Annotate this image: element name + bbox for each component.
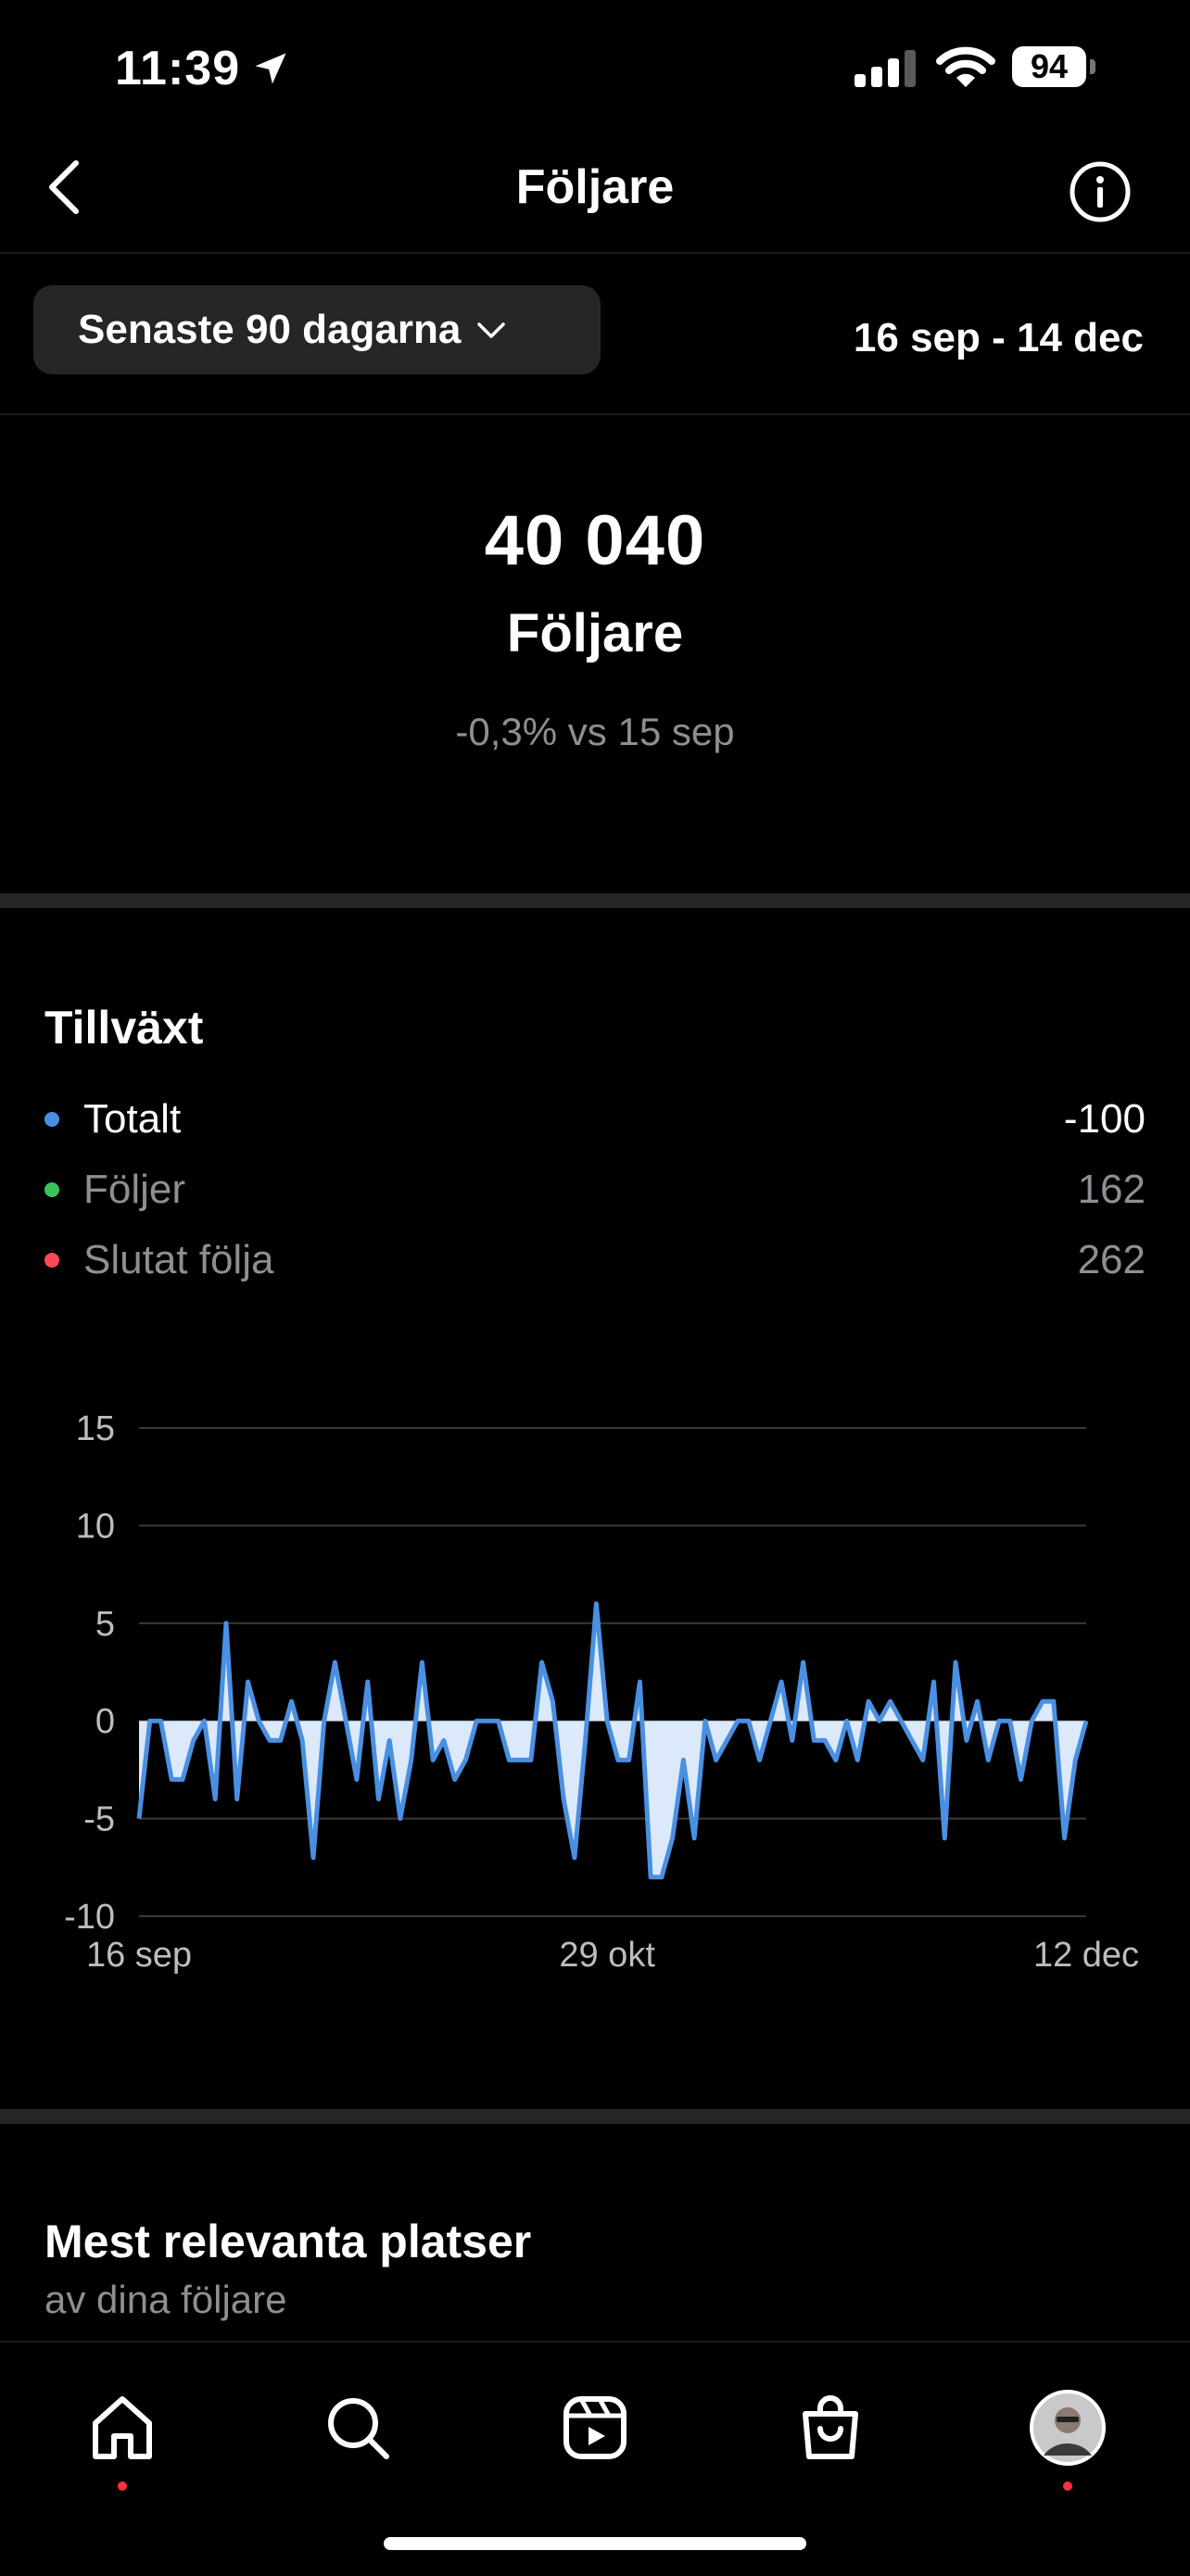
- page-title: Följare: [515, 160, 675, 214]
- notification-dot: [1063, 2481, 1072, 2491]
- follower-comparison: -0,3% vs 15 sep: [455, 710, 735, 753]
- legend-name: Följer: [83, 1167, 186, 1212]
- filter-divider: [0, 413, 1190, 415]
- tab-shop[interactable]: [786, 2383, 875, 2472]
- cellular-signal-icon: [855, 50, 919, 92]
- profile-avatar: [1030, 2390, 1106, 2466]
- growth-chart[interactable]: 15 10 5 0 -5 -1016 sep 29 okt 12 dec: [0, 1371, 1190, 1983]
- y-tick-label: 0: [95, 1702, 115, 1741]
- location-arrow-icon: [250, 48, 291, 94]
- date-range-dropdown[interactable]: Senaste 90 dagarna: [33, 285, 601, 374]
- date-range-text: 16 sep - 14 dec: [853, 315, 1144, 360]
- y-tick-label: 5: [95, 1605, 115, 1644]
- x-tick-label: 29 okt: [559, 1936, 655, 1975]
- legend-name: Slutat följa: [83, 1237, 274, 1282]
- legend-value: 162: [1077, 1167, 1146, 1212]
- y-tick-label: -5: [83, 1800, 115, 1839]
- section-separator: [0, 2109, 1190, 2124]
- status-time: 11:39: [115, 42, 241, 95]
- legend-value: -100: [1063, 1096, 1146, 1142]
- home-icon: [93, 2396, 152, 2459]
- legend-value: 262: [1077, 1237, 1146, 1282]
- wifi-icon: [936, 46, 995, 94]
- follower-label: Följare: [506, 603, 684, 663]
- locations-subtitle: av dina följare: [44, 2278, 287, 2321]
- growth-title: Tillväxt: [44, 1002, 204, 1054]
- legend-name: Totalt: [83, 1096, 182, 1142]
- notification-dot: [118, 2481, 127, 2491]
- tab-reels[interactable]: [551, 2383, 639, 2472]
- chevron-down-icon: [475, 321, 507, 346]
- info-button[interactable]: [1068, 159, 1133, 229]
- tab-search[interactable]: [313, 2383, 402, 2472]
- y-tick-label: -10: [64, 1898, 115, 1937]
- legend-dot: [44, 1112, 59, 1127]
- legend-dot: [44, 1253, 59, 1268]
- y-tick-label: 15: [76, 1409, 115, 1448]
- search-icon: [328, 2398, 389, 2459]
- tab-profile[interactable]: [1023, 2383, 1112, 2491]
- legend-row-total: Totalt -100: [44, 1092, 1146, 1147]
- shop-icon: [803, 2395, 858, 2459]
- y-tick-label: 10: [76, 1507, 115, 1546]
- date-range-label: Senaste 90 dagarna: [78, 307, 462, 352]
- locations-title: Mest relevanta platser: [44, 2216, 532, 2267]
- home-indicator: [384, 2537, 806, 2550]
- tab-bar: [0, 2341, 1190, 2576]
- x-tick-label: 12 dec: [1033, 1936, 1139, 1975]
- follower-count: 40 040: [484, 501, 706, 580]
- section-separator: [0, 893, 1190, 908]
- legend-row-unfollows: Slutat följa 262: [44, 1232, 1146, 1288]
- tab-home[interactable]: [78, 2383, 167, 2491]
- legend-dot: [44, 1182, 59, 1197]
- legend-row-follows: Följer 162: [44, 1162, 1146, 1218]
- x-tick-label: 16 sep: [86, 1936, 192, 1975]
- header-divider: [0, 252, 1190, 254]
- reels-icon: [563, 2396, 627, 2459]
- battery-level: 94: [1030, 47, 1069, 85]
